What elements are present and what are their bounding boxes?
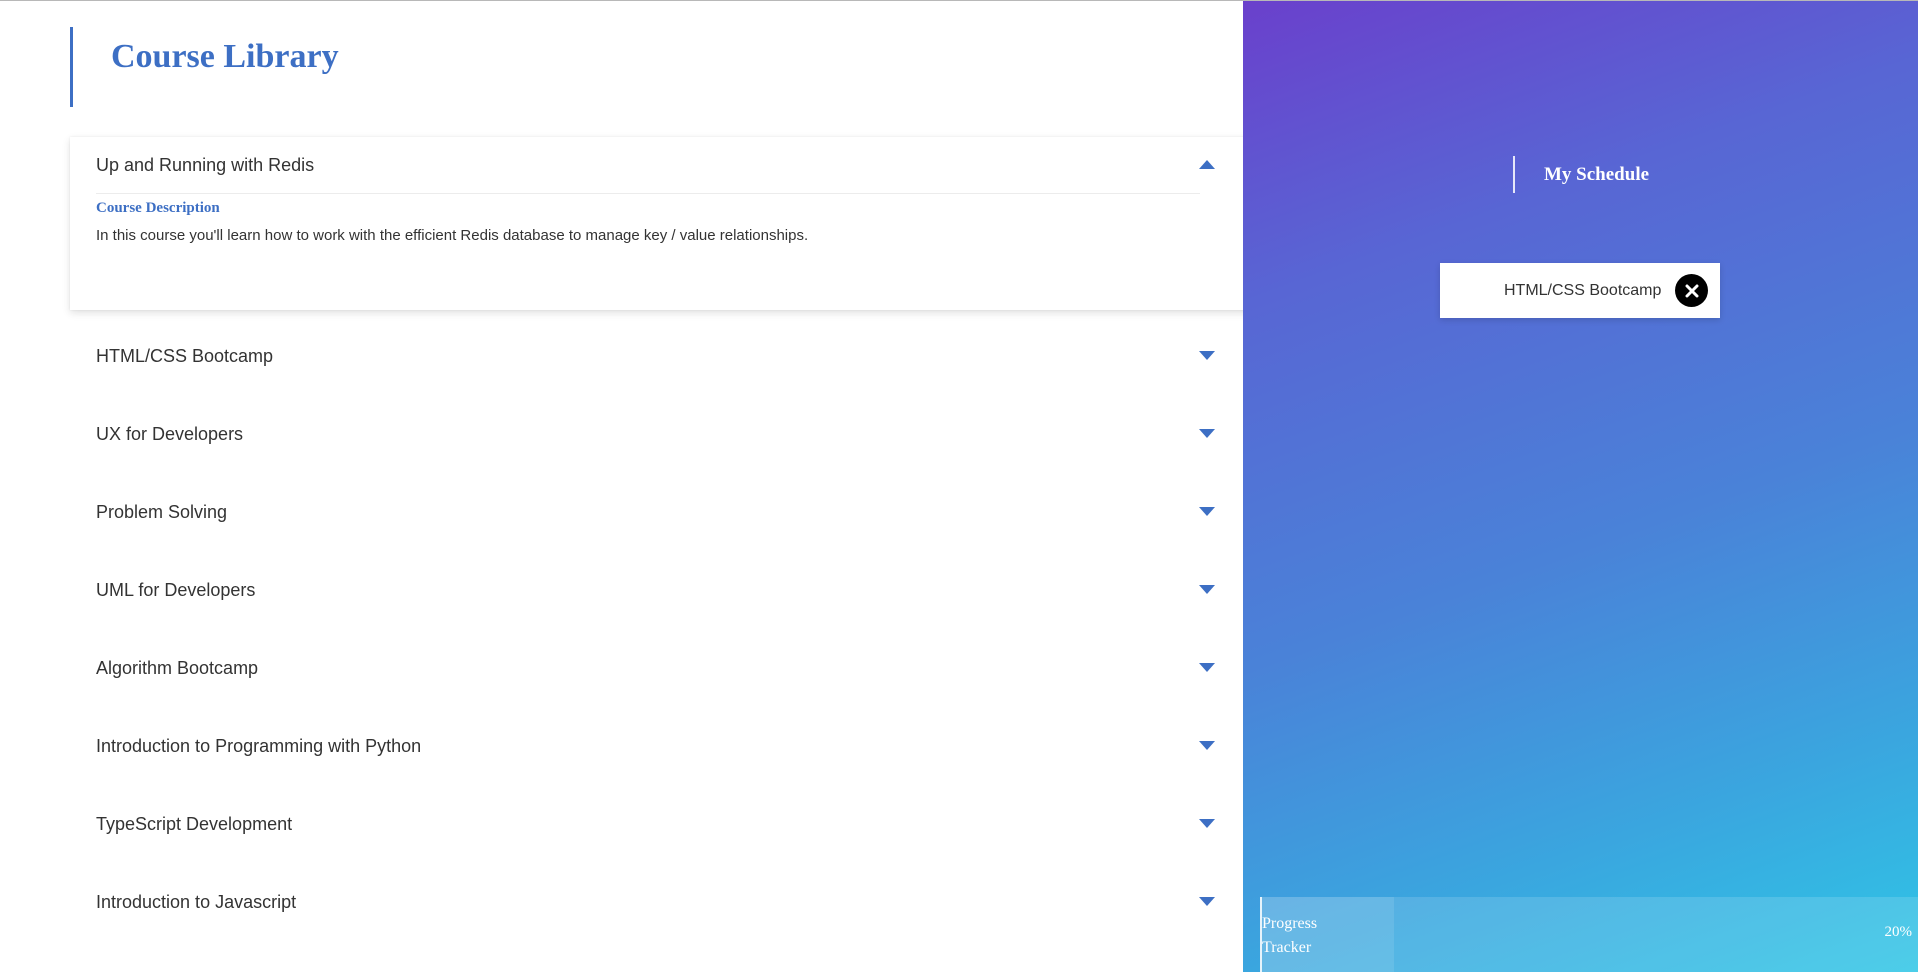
schedule-title: My Schedule	[1544, 163, 1650, 185]
course-header-javascript[interactable]: Introduction to Javascript	[70, 874, 1293, 930]
chevron-down-icon[interactable]	[1199, 741, 1215, 750]
chevron-down-icon[interactable]	[1199, 585, 1215, 594]
course-list: Up and Running with Redis Course Descrip…	[70, 137, 1293, 952]
progress-value: 20%	[1884, 924, 1913, 940]
chevron-up-icon[interactable]	[1199, 160, 1215, 169]
course-header-python[interactable]: Introduction to Programming with Python	[70, 718, 1293, 774]
course-title: Introduction to Javascript	[96, 891, 297, 912]
course-library-section: Course Library Up and Running with Redis…	[0, 1, 1293, 972]
course-item-redis: Up and Running with Redis Course Descrip…	[70, 137, 1293, 310]
course-title: Problem Solving	[96, 501, 228, 522]
course-header-problem-solving[interactable]: Problem Solving	[70, 484, 1293, 540]
course-title: Algorithm Bootcamp	[96, 657, 259, 678]
course-title: Introduction to Programming with Python	[96, 735, 422, 756]
schedule-item-label: HTML/CSS Bootcamp	[1504, 281, 1662, 299]
course-title: UX for Developers	[96, 423, 244, 444]
progress-label: Progress Tracker	[1262, 915, 1318, 956]
course-item-python: Introduction to Programming with Python	[70, 718, 1293, 796]
course-item-javascript: Introduction to Javascript	[70, 874, 1293, 952]
progress-tracker: Progress Tracker 20%	[1260, 897, 1918, 972]
course-header-algorithm[interactable]: Algorithm Bootcamp	[70, 640, 1293, 696]
close-icon	[1685, 284, 1698, 297]
chevron-down-icon[interactable]	[1199, 819, 1215, 828]
schedule-panel: My Schedule HTML/CSS Bootcamp Progress T…	[1243, 1, 1918, 972]
course-header-html-css[interactable]: HTML/CSS Bootcamp	[70, 328, 1293, 384]
page-title: Course Library	[111, 38, 339, 75]
course-item-html-css: HTML/CSS Bootcamp	[70, 328, 1293, 406]
chevron-down-icon[interactable]	[1199, 429, 1215, 438]
course-title: HTML/CSS Bootcamp	[96, 345, 274, 366]
course-description-label: Course Description	[96, 200, 220, 216]
course-header-redis[interactable]: Up and Running with Redis	[70, 137, 1293, 193]
course-title: TypeScript Development	[96, 813, 293, 834]
course-item-algorithm: Algorithm Bootcamp	[70, 640, 1293, 718]
course-item-uml: UML for Developers	[70, 562, 1293, 640]
chevron-down-icon[interactable]	[1199, 351, 1215, 360]
chevron-down-icon[interactable]	[1199, 897, 1215, 906]
app-window: Course Library Up and Running with Redis…	[0, 0, 1918, 972]
course-header-ux[interactable]: UX for Developers	[70, 406, 1293, 462]
course-header-uml[interactable]: UML for Developers	[70, 562, 1293, 618]
remove-course-button[interactable]	[1675, 274, 1708, 307]
course-details: Course Description In this course you'll…	[96, 193, 1200, 244]
course-item-problem-solving: Problem Solving	[70, 484, 1293, 562]
course-header-typescript[interactable]: TypeScript Development	[70, 796, 1293, 852]
chevron-down-icon[interactable]	[1199, 663, 1215, 672]
course-item-typescript: TypeScript Development	[70, 796, 1293, 874]
schedule-header: My Schedule	[1513, 156, 1649, 193]
course-title: UML for Developers	[96, 579, 256, 600]
schedule-item: HTML/CSS Bootcamp	[1440, 263, 1720, 318]
course-item-ux: UX for Developers	[70, 406, 1293, 484]
course-description-text: In this course you'll learn how to work …	[96, 227, 809, 244]
chevron-down-icon[interactable]	[1199, 507, 1215, 516]
course-library-header: Course Library	[70, 27, 339, 107]
course-title: Up and Running with Redis	[96, 154, 315, 175]
